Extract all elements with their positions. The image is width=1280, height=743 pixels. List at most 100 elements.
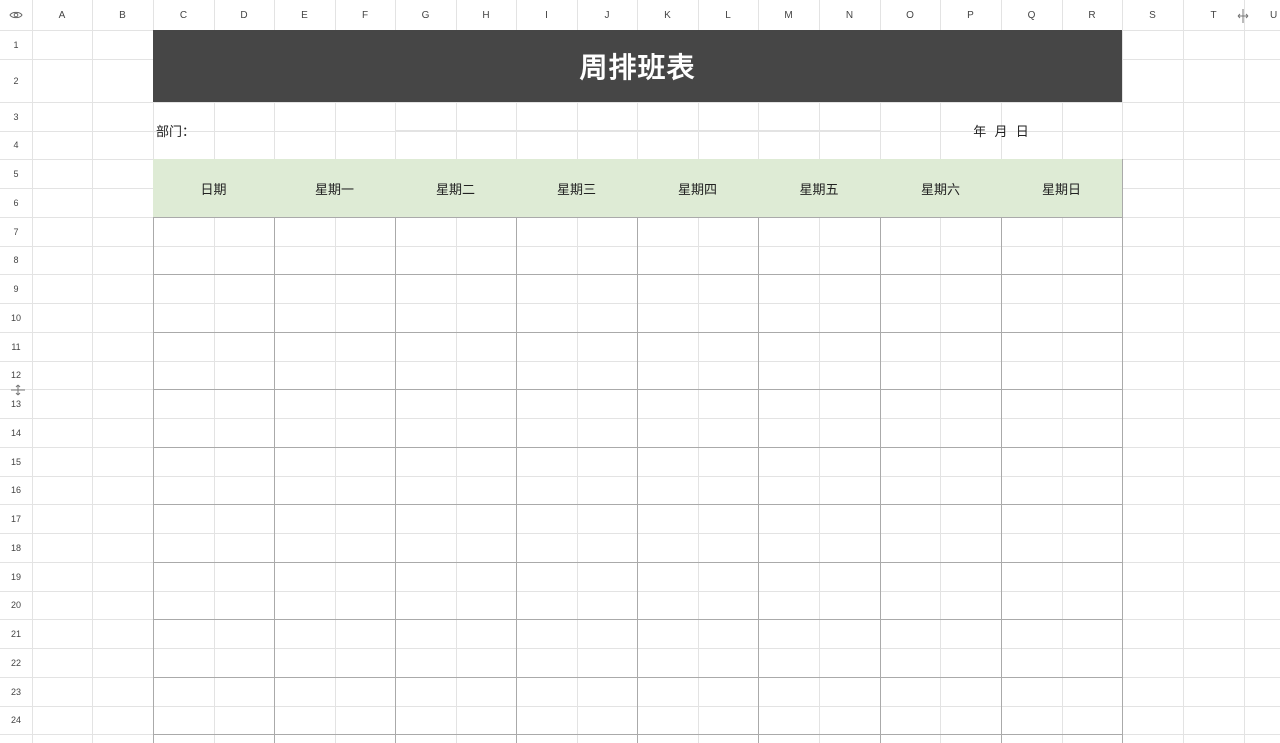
column-header-j[interactable]: J xyxy=(577,0,637,30)
row-header-21[interactable]: 21 xyxy=(0,619,32,648)
schedule-cell[interactable] xyxy=(880,274,1001,332)
schedule-cell[interactable] xyxy=(637,619,758,677)
row-header-9[interactable]: 9 xyxy=(0,274,32,303)
schedule-cell[interactable] xyxy=(880,562,1001,619)
column-header-a[interactable]: A xyxy=(32,0,92,30)
schedule-cell[interactable] xyxy=(395,562,516,619)
day-header-cell[interactable]: 日期 xyxy=(153,159,274,217)
row-header-19[interactable]: 19 xyxy=(0,562,32,591)
schedule-cell[interactable] xyxy=(274,619,395,677)
schedule-cell[interactable] xyxy=(516,217,637,274)
column-header-l[interactable]: L xyxy=(698,0,758,30)
schedule-cell[interactable] xyxy=(1001,504,1122,562)
row-header-14[interactable]: 14 xyxy=(0,418,32,447)
schedule-cell[interactable] xyxy=(153,562,274,619)
row-resize-handle[interactable] xyxy=(10,382,26,396)
select-all-corner[interactable] xyxy=(0,0,32,30)
schedule-cell[interactable] xyxy=(637,562,758,619)
column-header-g[interactable]: G xyxy=(395,0,456,30)
schedule-cell[interactable] xyxy=(637,217,758,274)
schedule-cell[interactable] xyxy=(637,332,758,389)
schedule-cell[interactable] xyxy=(758,217,880,274)
column-header-b[interactable]: B xyxy=(92,0,153,30)
schedule-cell[interactable] xyxy=(274,217,395,274)
schedule-cell[interactable] xyxy=(516,504,637,562)
schedule-cell[interactable] xyxy=(153,677,274,734)
column-header-t[interactable]: T xyxy=(1183,0,1244,30)
schedule-cell[interactable] xyxy=(274,562,395,619)
row-header-10[interactable]: 10 xyxy=(0,303,32,332)
schedule-cell[interactable] xyxy=(395,332,516,389)
schedule-cell[interactable] xyxy=(516,562,637,619)
schedule-cell[interactable] xyxy=(274,447,395,504)
schedule-cell[interactable] xyxy=(274,677,395,734)
schedule-cell[interactable] xyxy=(880,217,1001,274)
schedule-cell[interactable] xyxy=(1001,447,1122,504)
sheet-title-cell[interactable]: 周排班表 xyxy=(153,30,1122,102)
schedule-cell[interactable] xyxy=(1001,217,1122,274)
schedule-cell[interactable] xyxy=(395,677,516,734)
schedule-cell[interactable] xyxy=(758,562,880,619)
schedule-cell[interactable] xyxy=(153,447,274,504)
schedule-cell[interactable] xyxy=(880,447,1001,504)
resize-handle-icon[interactable] xyxy=(10,383,26,397)
row-header-18[interactable]: 18 xyxy=(0,533,32,562)
column-header-c[interactable]: C xyxy=(153,0,214,30)
column-header-s[interactable]: S xyxy=(1122,0,1183,30)
schedule-cell[interactable] xyxy=(395,217,516,274)
schedule-cell[interactable] xyxy=(153,504,274,562)
schedule-cell[interactable] xyxy=(880,332,1001,389)
schedule-cell[interactable] xyxy=(1001,619,1122,677)
schedule-cell[interactable] xyxy=(395,274,516,332)
schedule-cell[interactable] xyxy=(637,274,758,332)
schedule-cell[interactable] xyxy=(153,274,274,332)
column-header-n[interactable]: N xyxy=(819,0,880,30)
schedule-cell[interactable] xyxy=(274,504,395,562)
column-header-d[interactable]: D xyxy=(214,0,274,30)
schedule-cell[interactable] xyxy=(758,332,880,389)
schedule-cell[interactable] xyxy=(880,504,1001,562)
row-header-7[interactable]: 7 xyxy=(0,217,32,246)
row-header-4[interactable]: 4 xyxy=(0,131,32,159)
schedule-cell[interactable] xyxy=(1001,677,1122,734)
column-header-f[interactable]: F xyxy=(335,0,395,30)
schedule-cell[interactable] xyxy=(1001,274,1122,332)
column-header-i[interactable]: I xyxy=(516,0,577,30)
column-header-k[interactable]: K xyxy=(637,0,698,30)
row-header-5[interactable]: 5 xyxy=(0,159,32,188)
schedule-cell[interactable] xyxy=(153,389,274,447)
row-header-8[interactable]: 8 xyxy=(0,246,32,274)
row-header-22[interactable]: 22 xyxy=(0,648,32,677)
day-header-cell[interactable]: 星期三 xyxy=(516,159,637,217)
day-header-cell[interactable]: 星期日 xyxy=(1001,159,1122,217)
row-header-1[interactable]: 1 xyxy=(0,30,32,59)
schedule-cell[interactable] xyxy=(395,447,516,504)
schedule-cell[interactable] xyxy=(274,389,395,447)
schedule-cell[interactable] xyxy=(516,274,637,332)
schedule-cell[interactable] xyxy=(758,274,880,332)
schedule-cell[interactable] xyxy=(153,619,274,677)
day-header-cell[interactable]: 星期四 xyxy=(637,159,758,217)
column-resize-handle[interactable] xyxy=(1236,8,1250,24)
schedule-cell[interactable] xyxy=(274,332,395,389)
row-header-20[interactable]: 20 xyxy=(0,591,32,619)
row-header-24[interactable]: 24 xyxy=(0,706,32,734)
schedule-cell[interactable] xyxy=(880,389,1001,447)
column-header-h[interactable]: H xyxy=(456,0,516,30)
resize-handle-icon[interactable] xyxy=(1236,8,1250,24)
schedule-cell[interactable] xyxy=(880,619,1001,677)
schedule-cell[interactable] xyxy=(1001,562,1122,619)
row-header-2[interactable]: 2 xyxy=(0,59,32,102)
row-header-17[interactable]: 17 xyxy=(0,504,32,533)
schedule-cell[interactable] xyxy=(637,447,758,504)
column-header-p[interactable]: P xyxy=(940,0,1001,30)
schedule-cell[interactable] xyxy=(637,389,758,447)
schedule-cell[interactable] xyxy=(637,677,758,734)
schedule-cell[interactable] xyxy=(758,389,880,447)
department-cell[interactable]: 部门： xyxy=(153,102,395,159)
schedule-cell[interactable] xyxy=(395,619,516,677)
schedule-cell[interactable] xyxy=(880,677,1001,734)
schedule-cell[interactable] xyxy=(758,677,880,734)
schedule-cell[interactable] xyxy=(516,619,637,677)
column-header-m[interactable]: M xyxy=(758,0,819,30)
